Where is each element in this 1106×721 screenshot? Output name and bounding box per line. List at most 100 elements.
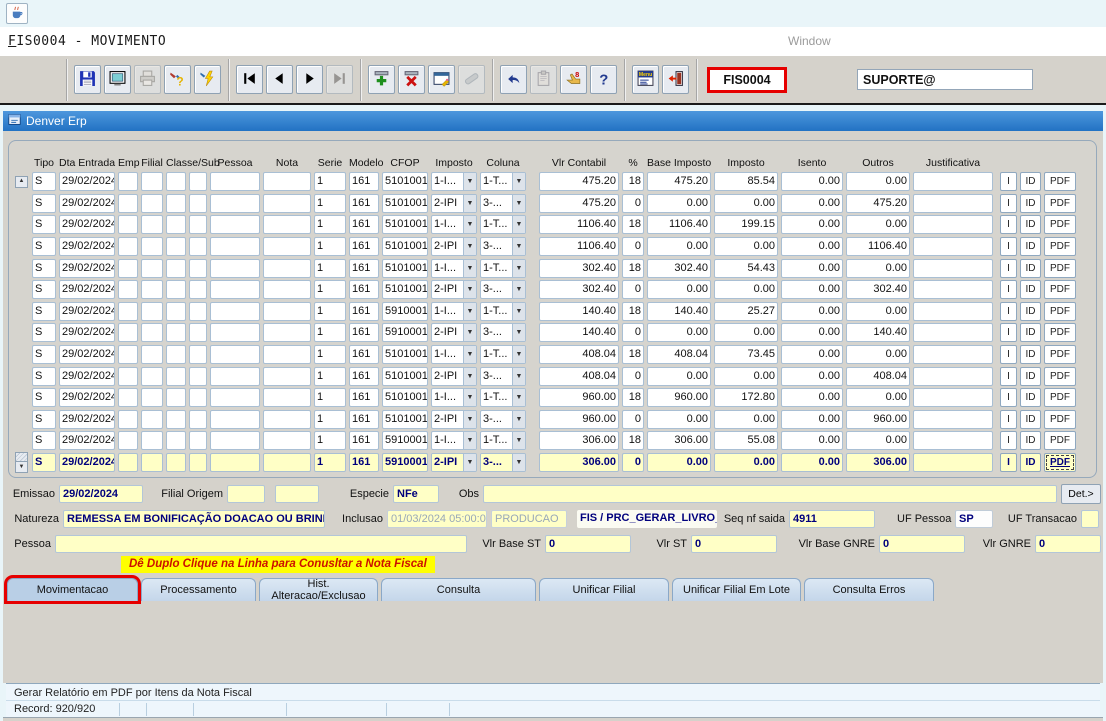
cell-vlr-contabil[interactable]: 1106.40 [539,237,619,256]
cell-coluna-dropdown[interactable]: 3-...▼ [480,323,526,342]
cell-imposto-valor[interactable]: 0.00 [714,237,778,256]
cell-base-imposto[interactable]: 0.00 [647,453,711,472]
nav-first-button[interactable] [236,65,263,94]
cell-percent[interactable]: 0 [622,453,644,472]
cell-emp[interactable] [118,345,138,364]
cell-sub[interactable] [189,237,207,256]
enter-query-button[interactable] [428,65,455,94]
cell-imposto-dropdown[interactable]: 2-IPI▼ [431,453,477,472]
cell-outros[interactable]: 0.00 [846,388,910,407]
chevron-down-icon[interactable]: ▼ [463,389,476,406]
cell-sub[interactable] [189,172,207,191]
cell-justificativa[interactable] [913,215,993,234]
cell-classe[interactable] [166,172,186,191]
cell-dta-entrada[interactable]: 29/02/2024 [59,367,115,386]
cell-cfop[interactable]: 5101001 [382,194,428,213]
cell-tipo[interactable]: S [32,453,56,472]
cell-tipo[interactable]: S [32,345,56,364]
cell-pessoa[interactable] [210,302,260,321]
row-button-pdf[interactable]: PDF [1044,237,1076,256]
cell-percent[interactable]: 18 [622,259,644,278]
mdi-titlebar[interactable]: Denver Erp [3,111,1103,131]
cell-justificativa[interactable] [913,453,993,472]
tab-consulta[interactable]: Consulta [381,578,536,601]
cell-tipo[interactable]: S [32,237,56,256]
cell-justificativa[interactable] [913,194,993,213]
cell-imposto-valor[interactable]: 0.00 [714,410,778,429]
cell-isento[interactable]: 0.00 [781,323,843,342]
cell-outros[interactable]: 0.00 [846,215,910,234]
cell-classe[interactable] [166,194,186,213]
cell-dta-entrada[interactable]: 29/02/2024 [59,194,115,213]
save-button[interactable] [74,65,101,94]
cell-imposto-dropdown[interactable]: 2-IPI▼ [431,237,477,256]
row-button-i[interactable]: I [1000,345,1017,364]
chevron-down-icon[interactable]: ▼ [463,346,476,363]
cell-modelo[interactable]: 161 [349,215,379,234]
scroll-up-button[interactable]: ▲ [15,176,28,188]
cell-pessoa[interactable] [210,259,260,278]
cell-cfop[interactable]: 5101001 [382,345,428,364]
execute-brush-button[interactable] [194,65,221,94]
row-button-id[interactable]: ID [1020,302,1041,321]
row-button-id[interactable]: ID [1020,453,1041,472]
cell-percent[interactable]: 0 [622,323,644,342]
row-button-id[interactable]: ID [1020,367,1041,386]
row-button-id[interactable]: ID [1020,410,1041,429]
cell-base-imposto[interactable]: 140.40 [647,302,711,321]
cell-base-imposto[interactable]: 0.00 [647,237,711,256]
cell-emp[interactable] [118,215,138,234]
cell-justificativa[interactable] [913,302,993,321]
row-button-i[interactable]: I [1000,280,1017,299]
cell-percent[interactable]: 18 [622,388,644,407]
cell-isento[interactable]: 0.00 [781,345,843,364]
nav-prev-button[interactable] [266,65,293,94]
obs-field[interactable] [483,485,1057,503]
nav-next-button[interactable] [296,65,323,94]
cell-coluna-dropdown[interactable]: 1-T...▼ [480,431,526,450]
cell-nota[interactable] [263,259,311,278]
cell-isento[interactable]: 0.00 [781,280,843,299]
cell-classe[interactable] [166,259,186,278]
cell-tipo[interactable]: S [32,194,56,213]
cell-base-imposto[interactable]: 0.00 [647,410,711,429]
row-button-pdf[interactable]: PDF [1044,388,1076,407]
chevron-down-icon[interactable]: ▼ [463,281,476,298]
cell-modelo[interactable]: 161 [349,172,379,191]
chevron-down-icon[interactable]: ▼ [512,281,525,298]
cell-imposto-valor[interactable]: 0.00 [714,453,778,472]
chevron-down-icon[interactable]: ▼ [512,303,525,320]
cell-percent[interactable]: 0 [622,410,644,429]
cell-base-imposto[interactable]: 0.00 [647,323,711,342]
cell-dta-entrada[interactable]: 29/02/2024 [59,259,115,278]
cell-nota[interactable] [263,345,311,364]
cell-dta-entrada[interactable]: 29/02/2024 [59,215,115,234]
cell-outros[interactable]: 0.00 [846,431,910,450]
cell-cfop[interactable]: 5101001 [382,259,428,278]
cell-classe[interactable] [166,323,186,342]
cell-imposto-dropdown[interactable]: 1-I...▼ [431,431,477,450]
cancel-query-button[interactable] [458,65,485,94]
filial-origem-field-1[interactable] [227,485,265,503]
cell-vlr-contabil[interactable]: 140.40 [539,302,619,321]
tab-processamento[interactable]: Processamento [141,578,256,601]
cell-serie[interactable]: 1 [314,215,346,234]
cell-justificativa[interactable] [913,323,993,342]
cell-classe[interactable] [166,280,186,299]
cell-isento[interactable]: 0.00 [781,388,843,407]
cell-percent[interactable]: 18 [622,172,644,191]
cell-emp[interactable] [118,410,138,429]
cell-vlr-contabil[interactable]: 408.04 [539,367,619,386]
cell-serie[interactable]: 1 [314,367,346,386]
cell-pessoa[interactable] [210,388,260,407]
grid-splitter-handle[interactable] [15,452,28,461]
cell-modelo[interactable]: 161 [349,345,379,364]
cell-outros[interactable]: 0.00 [846,302,910,321]
cell-pessoa[interactable] [210,410,260,429]
row-button-i[interactable]: I [1000,302,1017,321]
row-button-pdf[interactable]: PDF [1044,215,1076,234]
uf-transacao-field[interactable] [1081,510,1099,528]
help-button[interactable]: ? [590,65,617,94]
insert-record-button[interactable] [368,65,395,94]
row-button-id[interactable]: ID [1020,431,1041,450]
